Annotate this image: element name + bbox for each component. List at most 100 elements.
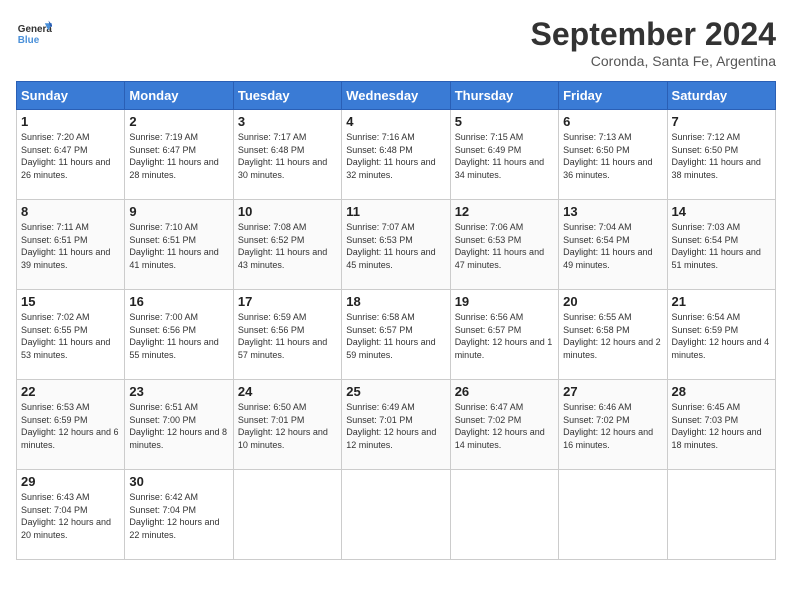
sunrise-label: Sunrise: 6:50 AM: [238, 402, 307, 412]
sunset-label: Sunset: 6:56 PM: [238, 325, 305, 335]
calendar-cell: 20 Sunrise: 6:55 AM Sunset: 6:58 PM Dayl…: [559, 290, 667, 380]
header-tuesday: Tuesday: [233, 82, 341, 110]
day-info: Sunrise: 7:00 AM Sunset: 6:56 PM Dayligh…: [129, 311, 228, 361]
daylight-label: Daylight: 11 hours and 26 minutes.: [21, 157, 110, 180]
sunset-label: Sunset: 6:59 PM: [21, 415, 88, 425]
calendar-cell: 13 Sunrise: 7:04 AM Sunset: 6:54 PM Dayl…: [559, 200, 667, 290]
calendar-cell: 3 Sunrise: 7:17 AM Sunset: 6:48 PM Dayli…: [233, 110, 341, 200]
day-info: Sunrise: 7:17 AM Sunset: 6:48 PM Dayligh…: [238, 131, 337, 181]
calendar-cell: 19 Sunrise: 6:56 AM Sunset: 6:57 PM Dayl…: [450, 290, 558, 380]
calendar-cell: 15 Sunrise: 7:02 AM Sunset: 6:55 PM Dayl…: [17, 290, 125, 380]
calendar-cell: 23 Sunrise: 6:51 AM Sunset: 7:00 PM Dayl…: [125, 380, 233, 470]
calendar-cell: [450, 470, 558, 560]
day-info: Sunrise: 7:19 AM Sunset: 6:47 PM Dayligh…: [129, 131, 228, 181]
header-sunday: Sunday: [17, 82, 125, 110]
daylight-label: Daylight: 11 hours and 41 minutes.: [129, 247, 218, 270]
daylight-label: Daylight: 12 hours and 22 minutes.: [129, 517, 219, 540]
sunrise-label: Sunrise: 7:17 AM: [238, 132, 307, 142]
day-number: 15: [21, 294, 120, 309]
calendar-cell: 24 Sunrise: 6:50 AM Sunset: 7:01 PM Dayl…: [233, 380, 341, 470]
daylight-label: Daylight: 11 hours and 51 minutes.: [672, 247, 761, 270]
sunrise-label: Sunrise: 6:46 AM: [563, 402, 632, 412]
calendar-table: Sunday Monday Tuesday Wednesday Thursday…: [16, 81, 776, 560]
sunrise-label: Sunrise: 7:16 AM: [346, 132, 415, 142]
calendar-cell: 1 Sunrise: 7:20 AM Sunset: 6:47 PM Dayli…: [17, 110, 125, 200]
day-number: 7: [672, 114, 771, 129]
day-number: 17: [238, 294, 337, 309]
day-number: 5: [455, 114, 554, 129]
sunrise-label: Sunrise: 6:49 AM: [346, 402, 415, 412]
sunset-label: Sunset: 6:53 PM: [346, 235, 413, 245]
day-number: 18: [346, 294, 445, 309]
day-number: 6: [563, 114, 662, 129]
sunset-label: Sunset: 6:48 PM: [238, 145, 305, 155]
sunset-label: Sunset: 6:57 PM: [455, 325, 522, 335]
sunset-label: Sunset: 7:04 PM: [21, 505, 88, 515]
sunrise-label: Sunrise: 6:59 AM: [238, 312, 307, 322]
day-number: 2: [129, 114, 228, 129]
sunrise-label: Sunrise: 7:06 AM: [455, 222, 524, 232]
header-thursday: Thursday: [450, 82, 558, 110]
sunset-label: Sunset: 6:54 PM: [563, 235, 630, 245]
day-info: Sunrise: 6:47 AM Sunset: 7:02 PM Dayligh…: [455, 401, 554, 451]
sunrise-label: Sunrise: 7:08 AM: [238, 222, 307, 232]
daylight-label: Daylight: 12 hours and 12 minutes.: [346, 427, 436, 450]
week-row-2: 8 Sunrise: 7:11 AM Sunset: 6:51 PM Dayli…: [17, 200, 776, 290]
day-info: Sunrise: 6:42 AM Sunset: 7:04 PM Dayligh…: [129, 491, 228, 541]
day-number: 16: [129, 294, 228, 309]
sunset-label: Sunset: 7:01 PM: [238, 415, 305, 425]
sunrise-label: Sunrise: 7:12 AM: [672, 132, 741, 142]
sunset-label: Sunset: 6:55 PM: [21, 325, 88, 335]
daylight-label: Daylight: 11 hours and 43 minutes.: [238, 247, 327, 270]
sunrise-label: Sunrise: 7:15 AM: [455, 132, 524, 142]
day-info: Sunrise: 6:56 AM Sunset: 6:57 PM Dayligh…: [455, 311, 554, 361]
sunset-label: Sunset: 6:59 PM: [672, 325, 739, 335]
day-number: 20: [563, 294, 662, 309]
daylight-label: Daylight: 11 hours and 45 minutes.: [346, 247, 435, 270]
calendar-cell: 18 Sunrise: 6:58 AM Sunset: 6:57 PM Dayl…: [342, 290, 450, 380]
day-number: 23: [129, 384, 228, 399]
sunset-label: Sunset: 6:56 PM: [129, 325, 196, 335]
calendar-cell: [342, 470, 450, 560]
calendar-cell: 22 Sunrise: 6:53 AM Sunset: 6:59 PM Dayl…: [17, 380, 125, 470]
daylight-label: Daylight: 11 hours and 34 minutes.: [455, 157, 544, 180]
day-number: 8: [21, 204, 120, 219]
sunrise-label: Sunrise: 7:10 AM: [129, 222, 198, 232]
sunrise-label: Sunrise: 7:07 AM: [346, 222, 415, 232]
calendar-cell: 25 Sunrise: 6:49 AM Sunset: 7:01 PM Dayl…: [342, 380, 450, 470]
calendar-cell: 21 Sunrise: 6:54 AM Sunset: 6:59 PM Dayl…: [667, 290, 775, 380]
sunset-label: Sunset: 6:58 PM: [563, 325, 630, 335]
daylight-label: Daylight: 11 hours and 39 minutes.: [21, 247, 110, 270]
sunset-label: Sunset: 7:03 PM: [672, 415, 739, 425]
sunrise-label: Sunrise: 7:02 AM: [21, 312, 90, 322]
daylight-label: Daylight: 11 hours and 49 minutes.: [563, 247, 652, 270]
sunset-label: Sunset: 7:02 PM: [455, 415, 522, 425]
daylight-label: Daylight: 12 hours and 20 minutes.: [21, 517, 111, 540]
day-info: Sunrise: 7:16 AM Sunset: 6:48 PM Dayligh…: [346, 131, 445, 181]
day-number: 11: [346, 204, 445, 219]
sunrise-label: Sunrise: 6:58 AM: [346, 312, 415, 322]
sunrise-label: Sunrise: 6:45 AM: [672, 402, 741, 412]
day-number: 26: [455, 384, 554, 399]
day-info: Sunrise: 7:15 AM Sunset: 6:49 PM Dayligh…: [455, 131, 554, 181]
day-number: 19: [455, 294, 554, 309]
day-info: Sunrise: 7:12 AM Sunset: 6:50 PM Dayligh…: [672, 131, 771, 181]
month-title: September 2024: [531, 16, 776, 53]
logo: General Blue: [16, 16, 52, 52]
day-info: Sunrise: 6:59 AM Sunset: 6:56 PM Dayligh…: [238, 311, 337, 361]
sunrise-label: Sunrise: 7:19 AM: [129, 132, 198, 142]
day-number: 21: [672, 294, 771, 309]
sunrise-label: Sunrise: 6:55 AM: [563, 312, 632, 322]
sunrise-label: Sunrise: 6:53 AM: [21, 402, 90, 412]
day-info: Sunrise: 7:11 AM Sunset: 6:51 PM Dayligh…: [21, 221, 120, 271]
day-number: 13: [563, 204, 662, 219]
sunrise-label: Sunrise: 6:54 AM: [672, 312, 741, 322]
day-info: Sunrise: 6:45 AM Sunset: 7:03 PM Dayligh…: [672, 401, 771, 451]
day-number: 28: [672, 384, 771, 399]
calendar-cell: 5 Sunrise: 7:15 AM Sunset: 6:49 PM Dayli…: [450, 110, 558, 200]
calendar-cell: 16 Sunrise: 7:00 AM Sunset: 6:56 PM Dayl…: [125, 290, 233, 380]
day-info: Sunrise: 7:13 AM Sunset: 6:50 PM Dayligh…: [563, 131, 662, 181]
location: Coronda, Santa Fe, Argentina: [531, 53, 776, 69]
day-info: Sunrise: 7:03 AM Sunset: 6:54 PM Dayligh…: [672, 221, 771, 271]
calendar-cell: 8 Sunrise: 7:11 AM Sunset: 6:51 PM Dayli…: [17, 200, 125, 290]
